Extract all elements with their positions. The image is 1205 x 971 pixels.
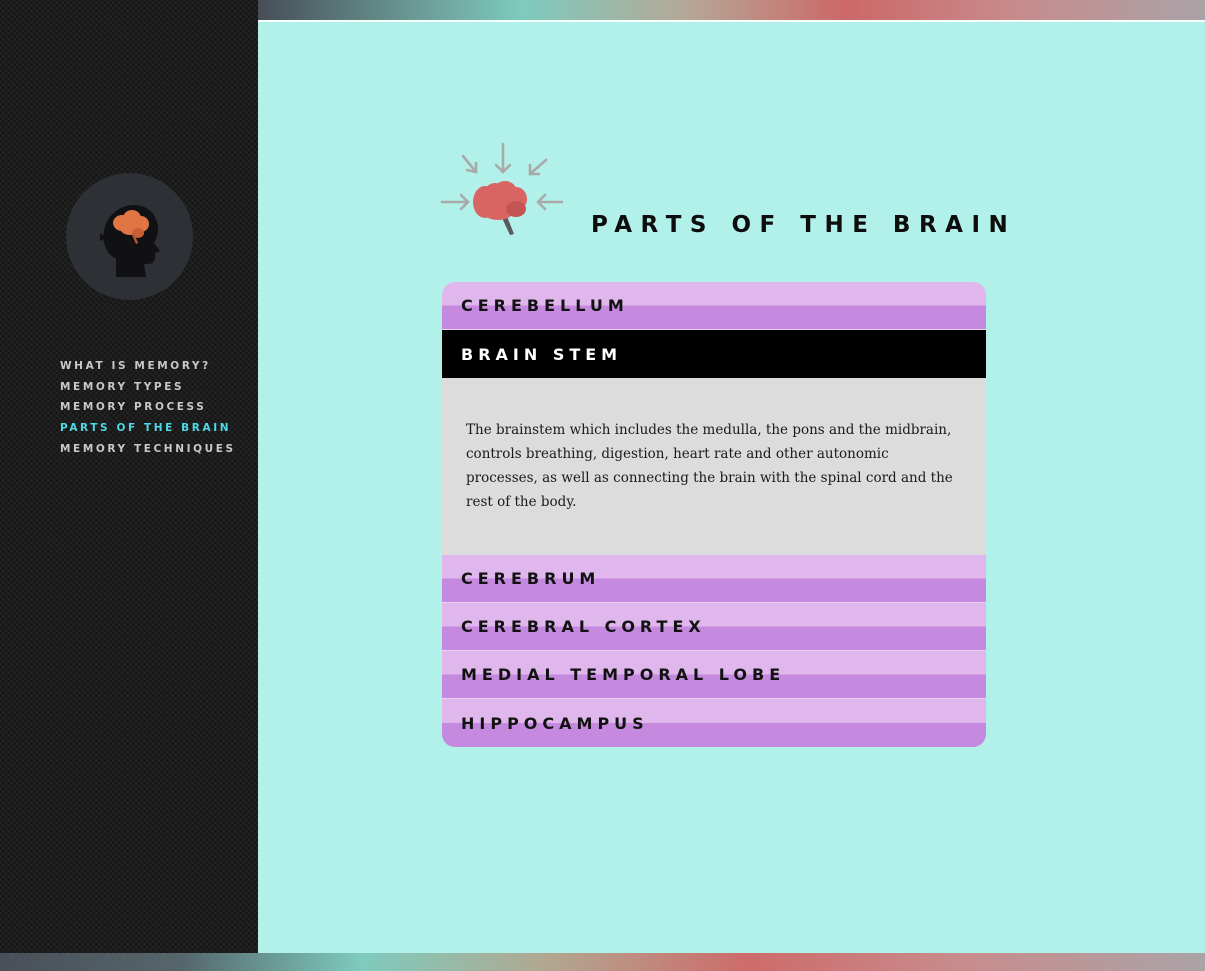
brain-stem-description: The brainstem which includes the medulla… [466,422,953,510]
accordion-item-cerebellum: CEREBELLUM [442,282,986,330]
accordion-item-cerebral-cortex: CEREBRAL CORTEX [442,603,986,651]
logo[interactable] [66,173,193,300]
accordion-header-cerebral-cortex[interactable]: CEREBRAL CORTEX [442,603,986,651]
accordion-header-hippocampus[interactable]: HIPPOCAMPUS [442,699,986,747]
top-gradient-bar [258,0,1205,20]
nav-item-what-is-memory[interactable]: WHAT IS MEMORY? [60,356,236,377]
nav-item-memory-techniques[interactable]: MEMORY TECHNIQUES [60,439,236,460]
accordion-item-cerebrum: CEREBRUM [442,555,986,603]
accordion-item-brain-stem: BRAIN STEM The brainstem which includes … [442,330,986,555]
page-title: PARTS OF THE BRAIN [591,212,1017,238]
nav-item-memory-types[interactable]: MEMORY TYPES [60,377,236,398]
accordion-header-medial-temporal-lobe[interactable]: MEDIAL TEMPORAL LOBE [442,651,986,699]
bottom-gradient-bar [0,953,1205,971]
accordion-header-cerebrum[interactable]: CEREBRUM [442,555,986,603]
top-divider [258,20,1205,22]
brain-arrows-icon [440,142,564,242]
accordion-header-brain-stem[interactable]: BRAIN STEM [442,330,986,378]
head-with-brain-icon [100,205,160,277]
accordion-item-medial-temporal-lobe: MEDIAL TEMPORAL LOBE [442,651,986,699]
sidebar: WHAT IS MEMORY? MEMORY TYPES MEMORY PROC… [0,0,258,971]
sidebar-nav: WHAT IS MEMORY? MEMORY TYPES MEMORY PROC… [60,356,236,460]
brain-parts-accordion: CEREBELLUM BRAIN STEM The brainstem whic… [442,282,986,747]
nav-item-memory-process[interactable]: MEMORY PROCESS [60,397,236,418]
nav-item-parts-of-the-brain[interactable]: PARTS OF THE BRAIN [60,418,236,439]
accordion-header-cerebellum[interactable]: CEREBELLUM [442,282,986,330]
accordion-panel-brain-stem: The brainstem which includes the medulla… [442,378,986,555]
accordion-item-hippocampus: HIPPOCAMPUS [442,699,986,747]
